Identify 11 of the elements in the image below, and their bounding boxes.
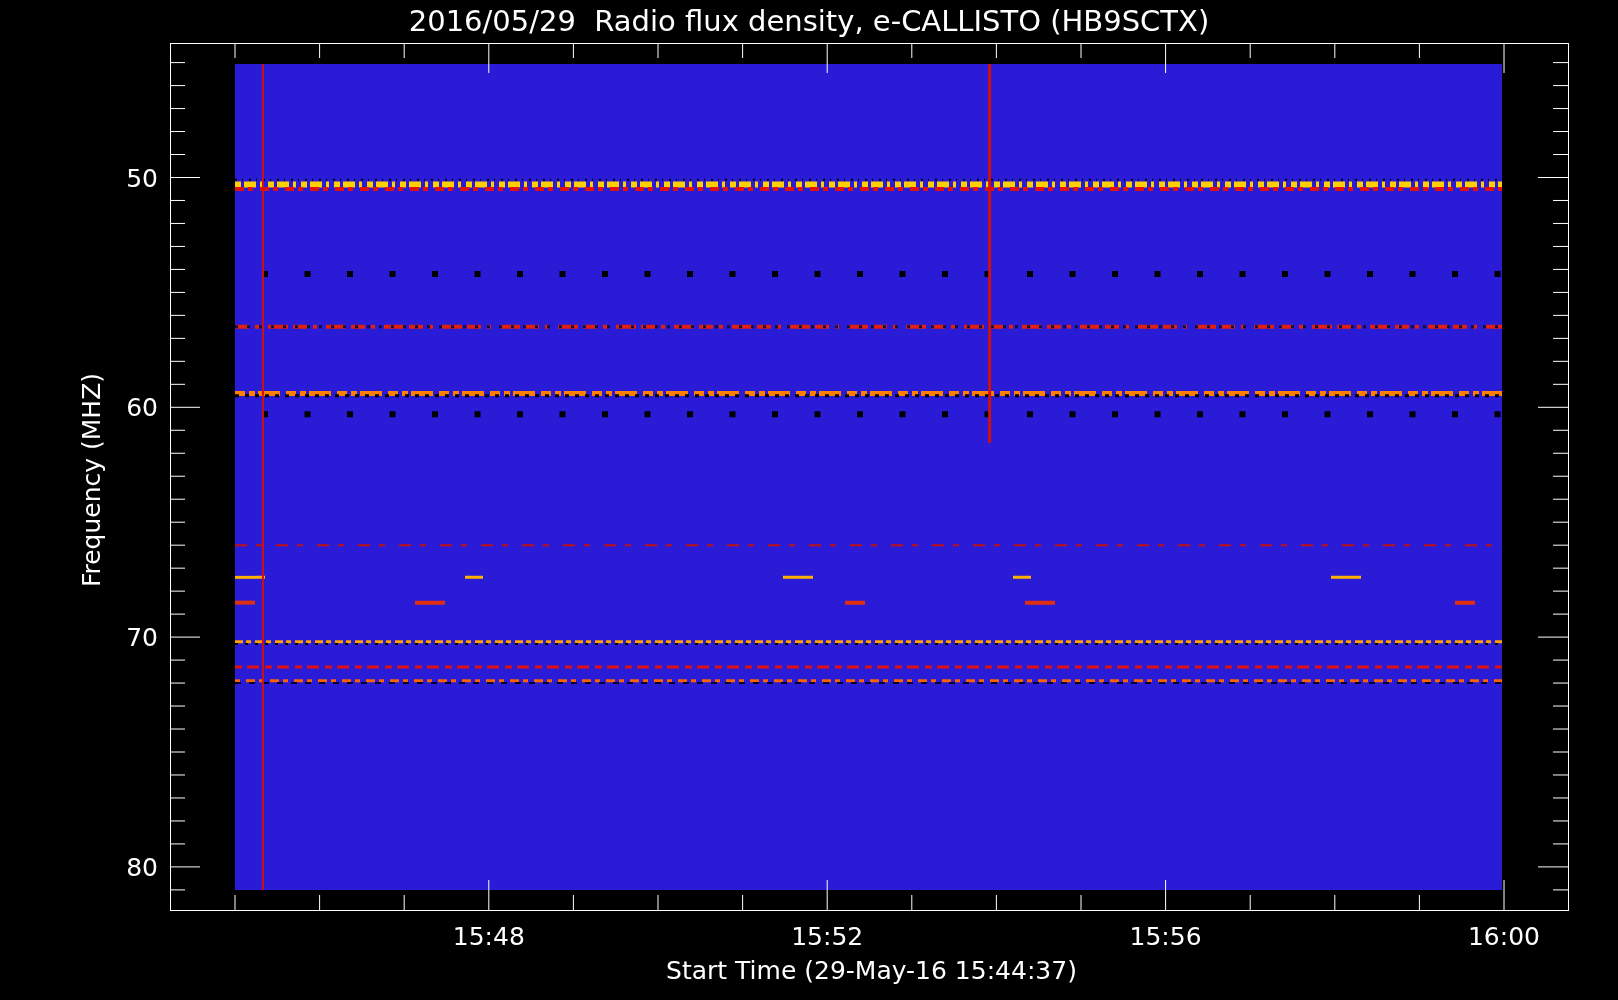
x-tick-label: 15:48 <box>452 922 525 951</box>
y-axis-label: Frequency (MHZ) <box>77 372 106 588</box>
y-tick-label: 80 <box>126 852 158 882</box>
x-axis-label: Start Time (29-May-16 15:44:37) <box>666 955 1077 987</box>
x-tick-label: 15:52 <box>791 922 864 951</box>
y-tick-label: 50 <box>126 163 158 193</box>
y-tick-label: 70 <box>126 623 158 653</box>
x-tick-label: 16:00 <box>1468 922 1540 951</box>
x-tick-label: 15:56 <box>1129 922 1202 951</box>
y-tick-label: 60 <box>126 393 158 423</box>
chart-title: 2016/05/29 Radio flux density, e-CALLISTO (HB9SCTX) <box>408 7 1210 36</box>
